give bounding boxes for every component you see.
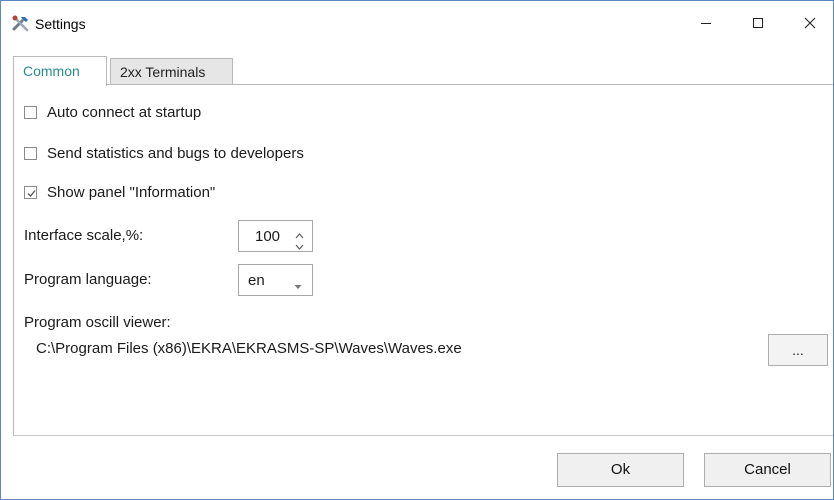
minimize-icon: [700, 16, 712, 34]
show-panel-label: Show panel "Information": [47, 183, 216, 201]
interface-scale-label: Interface scale,%:: [24, 227, 144, 244]
close-button[interactable]: [787, 1, 833, 49]
browse-button[interactable]: ...: [768, 334, 828, 366]
send-statistics-checkbox[interactable]: [24, 146, 37, 160]
tab-common[interactable]: Common: [13, 56, 107, 86]
window-title: Settings: [35, 16, 86, 32]
program-language-select[interactable]: en: [238, 264, 313, 296]
close-icon: [804, 16, 816, 34]
auto-connect-option[interactable]: Auto connect at startup: [24, 102, 201, 122]
common-tab-panel: [13, 84, 833, 436]
settings-window: Settings Common 2xx Terminals Auto conne…: [0, 0, 834, 500]
tools-icon: [11, 14, 31, 34]
chevron-down-icon: [294, 277, 302, 295]
spin-up-icon[interactable]: [295, 227, 304, 239]
interface-scale-stepper[interactable]: 100: [238, 220, 313, 252]
checkmark-icon: [27, 189, 36, 197]
ok-button[interactable]: Ok: [557, 453, 684, 487]
cancel-button[interactable]: Cancel: [704, 453, 831, 487]
maximize-icon: [752, 16, 764, 34]
minimize-button[interactable]: [683, 1, 729, 49]
interface-scale-value[interactable]: 100: [255, 228, 280, 245]
title-bar: Settings: [1, 1, 833, 49]
oscill-viewer-path: C:\Program Files (x86)\EKRA\EKRASMS-SP\W…: [36, 340, 462, 357]
show-panel-option[interactable]: Show panel "Information": [24, 182, 215, 202]
send-statistics-option[interactable]: Send statistics and bugs to developers: [24, 143, 304, 163]
auto-connect-label: Auto connect at startup: [47, 103, 202, 121]
show-panel-checkbox[interactable]: [24, 185, 37, 199]
footer-divider: [13, 435, 833, 436]
tab-2xx-terminals[interactable]: 2xx Terminals: [110, 58, 233, 84]
oscill-viewer-label: Program oscill viewer:: [24, 314, 171, 331]
send-statistics-label: Send statistics and bugs to developers: [47, 144, 304, 162]
auto-connect-checkbox[interactable]: [24, 105, 37, 119]
program-language-value: en: [248, 272, 265, 289]
spin-down-icon[interactable]: [295, 238, 304, 250]
maximize-button[interactable]: [735, 1, 781, 49]
program-language-label: Program language:: [24, 271, 152, 288]
